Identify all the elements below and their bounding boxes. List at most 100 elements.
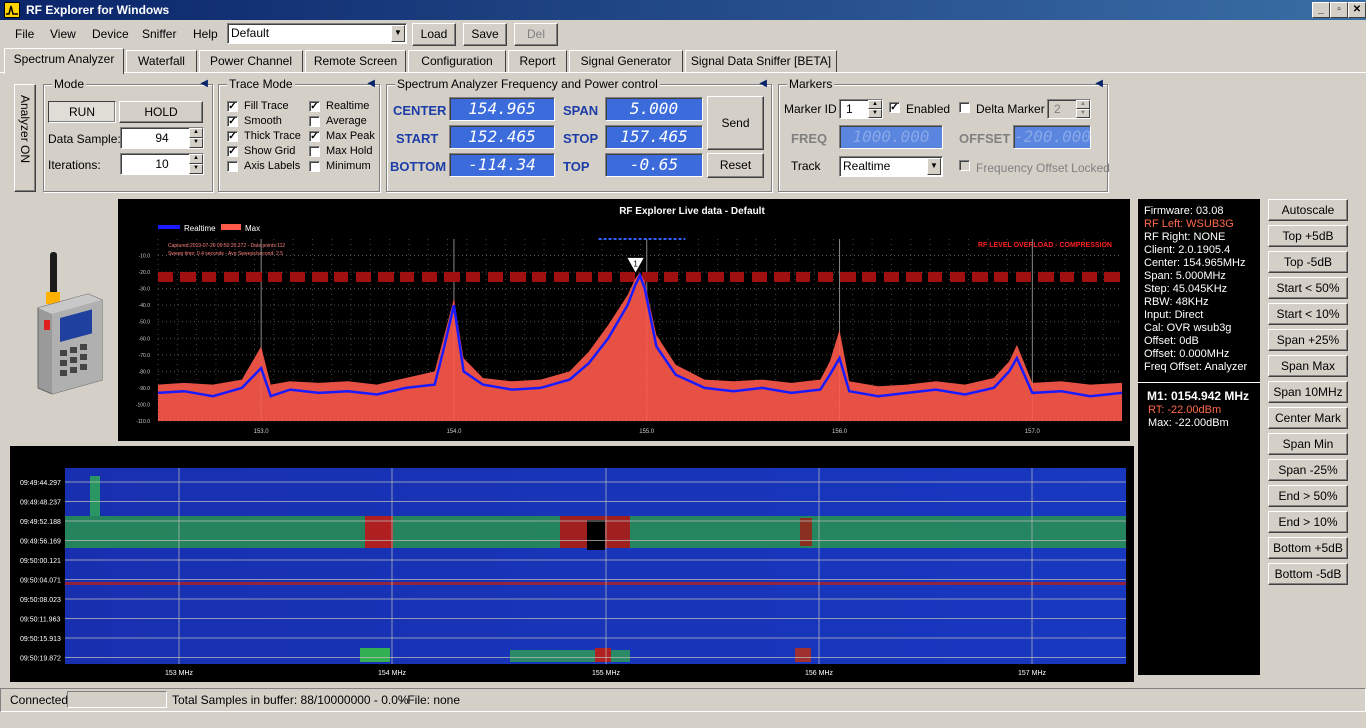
info-line: Firmware: 03.08 <box>1144 205 1224 217</box>
tab-configuration[interactable]: Configuration <box>408 50 506 72</box>
tab-signal-generator[interactable]: Signal Generator <box>569 50 683 72</box>
spin-up-icon[interactable]: ▲ <box>1076 100 1090 109</box>
spin-down-icon[interactable]: ▼ <box>189 138 203 148</box>
stop-label: STOP <box>563 131 599 146</box>
start-field[interactable]: 152.465 <box>449 125 555 149</box>
delta-marker-stepper[interactable]: 2 ▲ ▼ <box>1047 99 1091 119</box>
enabled-checkbox[interactable]: ✓ <box>889 102 900 113</box>
quick-action-button[interactable]: End > 10% <box>1268 511 1348 533</box>
trace-checkbox[interactable] <box>309 146 320 157</box>
quick-action-button[interactable]: Span Min <box>1268 433 1348 455</box>
marker-freq-field[interactable]: 1000.000 <box>839 125 943 149</box>
trace-checkbox[interactable]: ✓ <box>227 101 238 112</box>
trace-checkbox[interactable] <box>227 161 238 172</box>
trace-checkbox[interactable]: ✓ <box>309 131 320 142</box>
quick-action-button[interactable]: Span +25% <box>1268 329 1348 351</box>
center-field[interactable]: 154.965 <box>449 97 555 121</box>
trace-checkbox[interactable]: ✓ <box>227 131 238 142</box>
menu-help[interactable]: Help <box>193 27 218 41</box>
analyzer-on-button[interactable]: Analyzer ON <box>14 84 36 192</box>
quick-action-button[interactable]: End > 50% <box>1268 485 1348 507</box>
del-button[interactable]: Del <box>514 23 558 46</box>
waterfall-chart[interactable]: 09:49:44.297 09:49:48.237 09:49:52.188 09:4… <box>10 446 1134 682</box>
top-field[interactable]: -0.65 <box>605 153 703 177</box>
stop-field[interactable]: 157.465 <box>605 125 703 149</box>
bottom-field[interactable]: -114.34 <box>449 153 555 177</box>
send-button[interactable]: Send <box>707 96 764 150</box>
tab-waterfall[interactable]: Waterfall <box>126 50 197 72</box>
collapse-arrow-icon[interactable]: ◀ <box>200 78 208 89</box>
quick-action-button[interactable]: Span 10MHz <box>1268 381 1348 403</box>
spin-up-icon[interactable]: ▲ <box>189 154 203 164</box>
delta-marker-checkbox[interactable] <box>959 102 970 113</box>
time-label: 09:50:04.071 <box>20 578 61 585</box>
quick-action-button[interactable]: Top +5dB <box>1268 225 1348 247</box>
maximize-button[interactable]: ▫ <box>1330 2 1348 18</box>
preset-combo[interactable]: Default ▼ <box>227 23 407 44</box>
tab-signal-data-sniffer[interactable]: Signal Data Sniffer [BETA] <box>685 50 837 72</box>
tab-remote-screen[interactable]: Remote Screen <box>305 50 406 72</box>
save-button[interactable]: Save <box>463 23 507 46</box>
quick-action-button[interactable]: Bottom +5dB <box>1268 537 1348 559</box>
menu-device[interactable]: Device <box>92 27 129 41</box>
menu-view[interactable]: View <box>50 27 76 41</box>
spin-down-icon[interactable]: ▼ <box>189 164 203 174</box>
overload-block <box>884 272 899 282</box>
legend-max-swatch <box>221 224 241 230</box>
data-sample-stepper[interactable]: 94 ▲ ▼ <box>120 127 204 149</box>
hold-button[interactable]: HOLD <box>119 101 203 123</box>
y-tick-label: -30.0 <box>139 287 151 293</box>
reset-button[interactable]: Reset <box>707 153 764 178</box>
track-combo[interactable]: Realtime ▼ <box>839 156 943 177</box>
tab-power-channel[interactable]: Power Channel <box>199 50 303 72</box>
run-button[interactable]: RUN <box>48 101 116 123</box>
load-button[interactable]: Load <box>412 23 456 46</box>
freq-label: 154 MHz <box>378 670 407 677</box>
spectrum-chart[interactable]: RF Explorer Live data - Default Realtime… <box>118 199 1130 441</box>
spin-down-icon[interactable]: ▼ <box>868 109 882 118</box>
spin-up-icon[interactable]: ▲ <box>189 128 203 138</box>
trace-checkbox[interactable]: ✓ <box>227 116 238 127</box>
menu-file[interactable]: File <box>15 27 34 41</box>
quick-action-button[interactable]: Start < 50% <box>1268 277 1348 299</box>
marker-id-stepper[interactable]: 1 ▲ ▼ <box>839 99 883 119</box>
collapse-arrow-icon[interactable]: ◀ <box>1095 78 1103 89</box>
chevron-down-icon[interactable]: ▼ <box>927 158 941 175</box>
delta-marker-label: Delta Marker <box>976 102 1045 116</box>
menu-sniffer[interactable]: Sniffer <box>142 27 176 41</box>
quick-action-button[interactable]: Span Max <box>1268 355 1348 377</box>
minimize-button[interactable]: _ <box>1312 2 1330 18</box>
collapse-arrow-icon[interactable]: ◀ <box>367 78 375 89</box>
quick-action-button[interactable]: Span -25% <box>1268 459 1348 481</box>
chevron-down-icon[interactable]: ▼ <box>391 25 405 42</box>
trace-checkbox[interactable]: ✓ <box>227 146 238 157</box>
quick-action-button[interactable]: Start < 10% <box>1268 303 1348 325</box>
max-trace-area <box>158 272 1122 421</box>
collapse-arrow-icon[interactable]: ◀ <box>759 78 767 89</box>
info-line: Offset: 0dB <box>1144 335 1199 347</box>
overload-block <box>554 272 569 282</box>
tab-spectrum-analyzer[interactable]: Spectrum Analyzer <box>4 48 124 74</box>
span-label: SPAN <box>563 103 599 118</box>
quick-action-button[interactable]: Top -5dB <box>1268 251 1348 273</box>
spin-up-icon[interactable]: ▲ <box>868 100 882 109</box>
close-button[interactable]: ✕ <box>1348 2 1366 18</box>
quick-action-button[interactable]: Center Mark <box>1268 407 1348 429</box>
x-tick-label: 154.0 <box>446 429 462 435</box>
time-label: 09:50:19.872 <box>20 656 61 663</box>
bottom-label: BOTTOM <box>390 159 447 174</box>
spin-down-icon[interactable]: ▼ <box>1076 109 1090 118</box>
quick-action-button[interactable]: Autoscale <box>1268 199 1348 221</box>
trace-checkbox[interactable]: ✓ <box>309 101 320 112</box>
trace-checkbox-label: Max Hold <box>326 145 373 157</box>
trace-checkbox[interactable] <box>309 116 320 127</box>
tab-report[interactable]: Report <box>508 50 567 72</box>
offset-locked-checkbox[interactable] <box>959 160 970 171</box>
menu-bar: File View Device Sniffer Help Default ▼ … <box>0 20 1366 46</box>
iterations-stepper[interactable]: 10 ▲ ▼ <box>120 153 204 175</box>
overload-block <box>972 272 988 282</box>
span-field[interactable]: 5.000 <box>605 97 703 121</box>
trace-checkbox[interactable] <box>309 161 320 172</box>
marker-offset-field[interactable]: -200.000 <box>1013 125 1091 149</box>
quick-action-button[interactable]: Bottom -5dB <box>1268 563 1348 585</box>
